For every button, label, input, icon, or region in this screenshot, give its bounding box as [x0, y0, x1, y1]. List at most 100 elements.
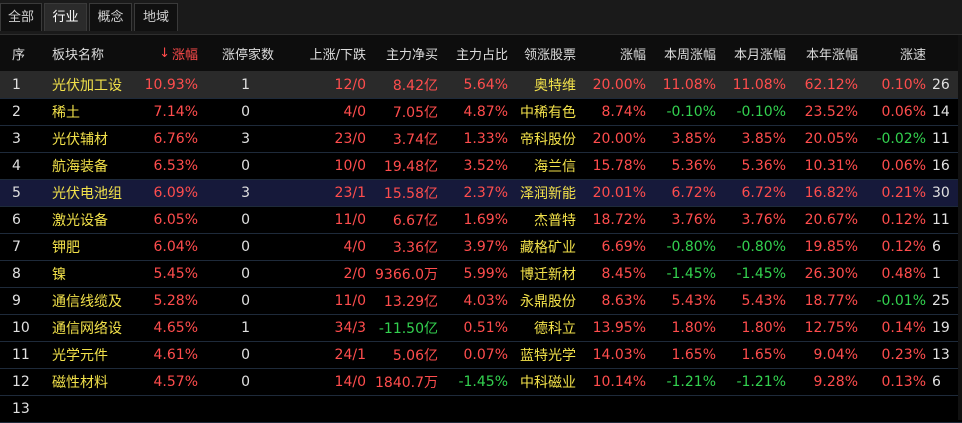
col-header-year-change[interactable]: 本年涨幅: [790, 35, 862, 71]
table-row[interactable]: 2 稀土 7.14% 0 4/0 7.05亿 4.87% 中稀有色 8.74% -0.10% -0.…: [0, 99, 962, 126]
col-header-change-sorted[interactable]: ↓ 涨幅: [130, 35, 202, 71]
cell-limit-up-count: 0: [241, 347, 250, 363]
cell-up-down: 14/0: [334, 374, 366, 390]
cell-month-change: 1.65%: [741, 347, 786, 363]
cell-month-change: 5.43%: [741, 293, 786, 309]
cell-index: 10: [12, 320, 30, 336]
cell-up-down: 4/0: [343, 104, 366, 120]
cell-limit-up-count: 3: [241, 131, 250, 147]
cell-leading-stock: [512, 396, 580, 422]
col-header-sector-name[interactable]: 板块名称: [46, 35, 130, 71]
table-row[interactable]: 5 光伏电池组 6.09% 3 23/1 15.58亿 2.37% 泽润新能 20.01% 6.7…: [0, 180, 962, 207]
tab-region[interactable]: 地域: [134, 3, 178, 31]
cell-month-change: 6.72%: [741, 185, 786, 201]
table-row[interactable]: 12 磁性材料 4.57% 0 14/0 1840.7万 -1.45% 中科磁业 10.14% -…: [0, 369, 962, 396]
cell-main-ratio: 2.37%: [463, 185, 508, 201]
cell-index: 11: [12, 347, 30, 363]
tab-industry[interactable]: 行业: [44, 3, 87, 31]
tab-concept[interactable]: 概念: [89, 3, 132, 31]
cell-week-change: 3.76%: [671, 212, 716, 228]
cell-month-change: 11.08%: [732, 77, 786, 93]
cell-leader-change: 18.72%: [592, 212, 646, 228]
table-row[interactable]: 1 光伏加工设 10.93% 1 12/0 8.42亿 5.64% 奥特维 20.00% 11.0…: [0, 72, 962, 99]
cell-speed: 0.06%: [881, 104, 926, 120]
cell-limit-up-count: 1: [241, 320, 250, 336]
cell-main-ratio: 0.07%: [463, 347, 508, 363]
cell-up-down: 23/0: [334, 131, 366, 147]
col-header-speed[interactable]: 涨速: [862, 35, 930, 71]
cell-main-ratio: 0.51%: [463, 320, 508, 336]
col-header-up-down[interactable]: 上涨/下跌: [278, 35, 370, 71]
col-header-leading-stock[interactable]: 领涨股票: [512, 35, 580, 71]
cell-change: [130, 396, 202, 422]
cell-week-change: -1.45%: [666, 266, 716, 282]
cell-month-change: 1.80%: [741, 320, 786, 336]
table-row[interactable]: 13: [0, 396, 962, 423]
cell-leading-stock: 帝科股份: [520, 132, 576, 148]
cell-sector-name: 钾肥: [52, 240, 80, 256]
col-header-limit-up-count[interactable]: 涨停家数: [202, 35, 278, 71]
table-row[interactable]: 8 镍 5.45% 0 2/0 9366.0万 5.99% 博迁新材 8.45% -1.45% -1…: [0, 261, 962, 288]
cell-week-change: -0.10%: [666, 104, 716, 120]
cell-main-net-buy: 7.05亿: [392, 105, 438, 121]
table-row[interactable]: 10 通信网络设 4.65% 1 34/3 -11.50亿 0.51% 德科立 13.95% 1.…: [0, 315, 962, 342]
cell-index: 2: [12, 104, 21, 120]
cell-limit-up-count: [202, 396, 254, 422]
cell-leading-stock: 奥特维: [534, 78, 576, 94]
cell-limit-up-count: 0: [241, 104, 250, 120]
cell-week-change: 6.72%: [671, 185, 716, 201]
vertical-scrollbar[interactable]: [958, 35, 962, 420]
cell-up-down: [278, 396, 370, 422]
table-row[interactable]: 11 光学元件 4.61% 0 24/1 5.06亿 0.07% 蓝特光学 14.03% 1.65…: [0, 342, 962, 369]
cell-index: 1: [12, 77, 21, 93]
table-row[interactable]: 6 激光设备 6.05% 0 11/0 6.67亿 1.69% 杰普特 18.72% 3.76% 3…: [0, 207, 962, 234]
col-header-extra[interactable]: [930, 35, 958, 71]
tab-all[interactable]: 全部: [0, 3, 42, 31]
cell-change: 6.76%: [153, 131, 198, 147]
cell-month-change: 3.85%: [741, 131, 786, 147]
cell-week-change: 3.85%: [671, 131, 716, 147]
table-row[interactable]: 9 通信线缆及 5.28% 0 11/0 13.29亿 4.03% 永鼎股份 8.63% 5.43…: [0, 288, 962, 315]
cell-speed: -0.02%: [876, 131, 926, 147]
table-row[interactable]: 3 光伏辅材 6.76% 3 23/0 3.74亿 1.33% 帝科股份 20.00% 3.85%…: [0, 126, 962, 153]
cell-up-down: 23/1: [334, 185, 366, 201]
cell-index: 7: [12, 239, 21, 255]
cell-sector-name: 光伏电池组: [52, 186, 122, 202]
cell-main-net-buy: 8.42亿: [392, 78, 438, 94]
cell-main-ratio: -1.45%: [458, 374, 508, 390]
cell-leading-stock: 杰普特: [534, 213, 576, 229]
table-row[interactable]: 4 航海装备 6.53% 0 10/0 19.48亿 3.52% 海兰信 15.78% 5.36%…: [0, 153, 962, 180]
col-header-month-change[interactable]: 本月涨幅: [720, 35, 790, 71]
cell-index: 3: [12, 131, 21, 147]
col-header-index[interactable]: 序: [0, 35, 46, 71]
cell-leading-stock: 蓝特光学: [520, 348, 576, 364]
cell-speed: -0.01%: [876, 293, 926, 309]
cell-main-ratio: [442, 396, 512, 422]
table-row[interactable]: 7 钾肥 6.04% 0 4/0 3.36亿 3.97% 藏格矿业 6.69% -0.80% -0.…: [0, 234, 962, 261]
cell-limit-up-count: 3: [241, 185, 250, 201]
cell-limit-up-count: 1: [241, 77, 250, 93]
table-header: 序 板块名称 ↓ 涨幅 涨停家数 上涨/下跌 主力净买 主力占比 领涨股票 涨幅…: [0, 35, 962, 72]
cell-limit-up-count: 0: [241, 266, 250, 282]
cell-change: 5.28%: [153, 293, 198, 309]
cell-up-down: 11/0: [334, 212, 366, 228]
cell-limit-up-count: 0: [241, 293, 250, 309]
cell-leading-stock: 中科磁业: [520, 375, 576, 391]
col-header-leader-change[interactable]: 涨幅: [580, 35, 650, 71]
cell-limit-up-count: 0: [241, 158, 250, 174]
cell-main-net-buy: 6.67亿: [392, 213, 438, 229]
cell-sector-name: 光伏加工设: [52, 78, 122, 94]
cell-limit-up-count: 0: [241, 239, 250, 255]
cell-index: 12: [12, 374, 30, 390]
cell-year-change: [790, 396, 862, 422]
col-header-main-ratio[interactable]: 主力占比: [442, 35, 512, 71]
cell-leading-stock: 中稀有色: [520, 105, 576, 121]
cell-year-change: 9.04%: [813, 347, 858, 363]
sort-down-arrow-icon: ↓: [159, 45, 170, 61]
col-header-week-change[interactable]: 本周涨幅: [650, 35, 720, 71]
cell-month-change: 3.76%: [741, 212, 786, 228]
cell-change: 7.14%: [153, 104, 198, 120]
cell-index: 9: [12, 293, 21, 309]
cell-month-change: -0.10%: [736, 104, 786, 120]
col-header-main-net-buy[interactable]: 主力净买: [370, 35, 442, 71]
